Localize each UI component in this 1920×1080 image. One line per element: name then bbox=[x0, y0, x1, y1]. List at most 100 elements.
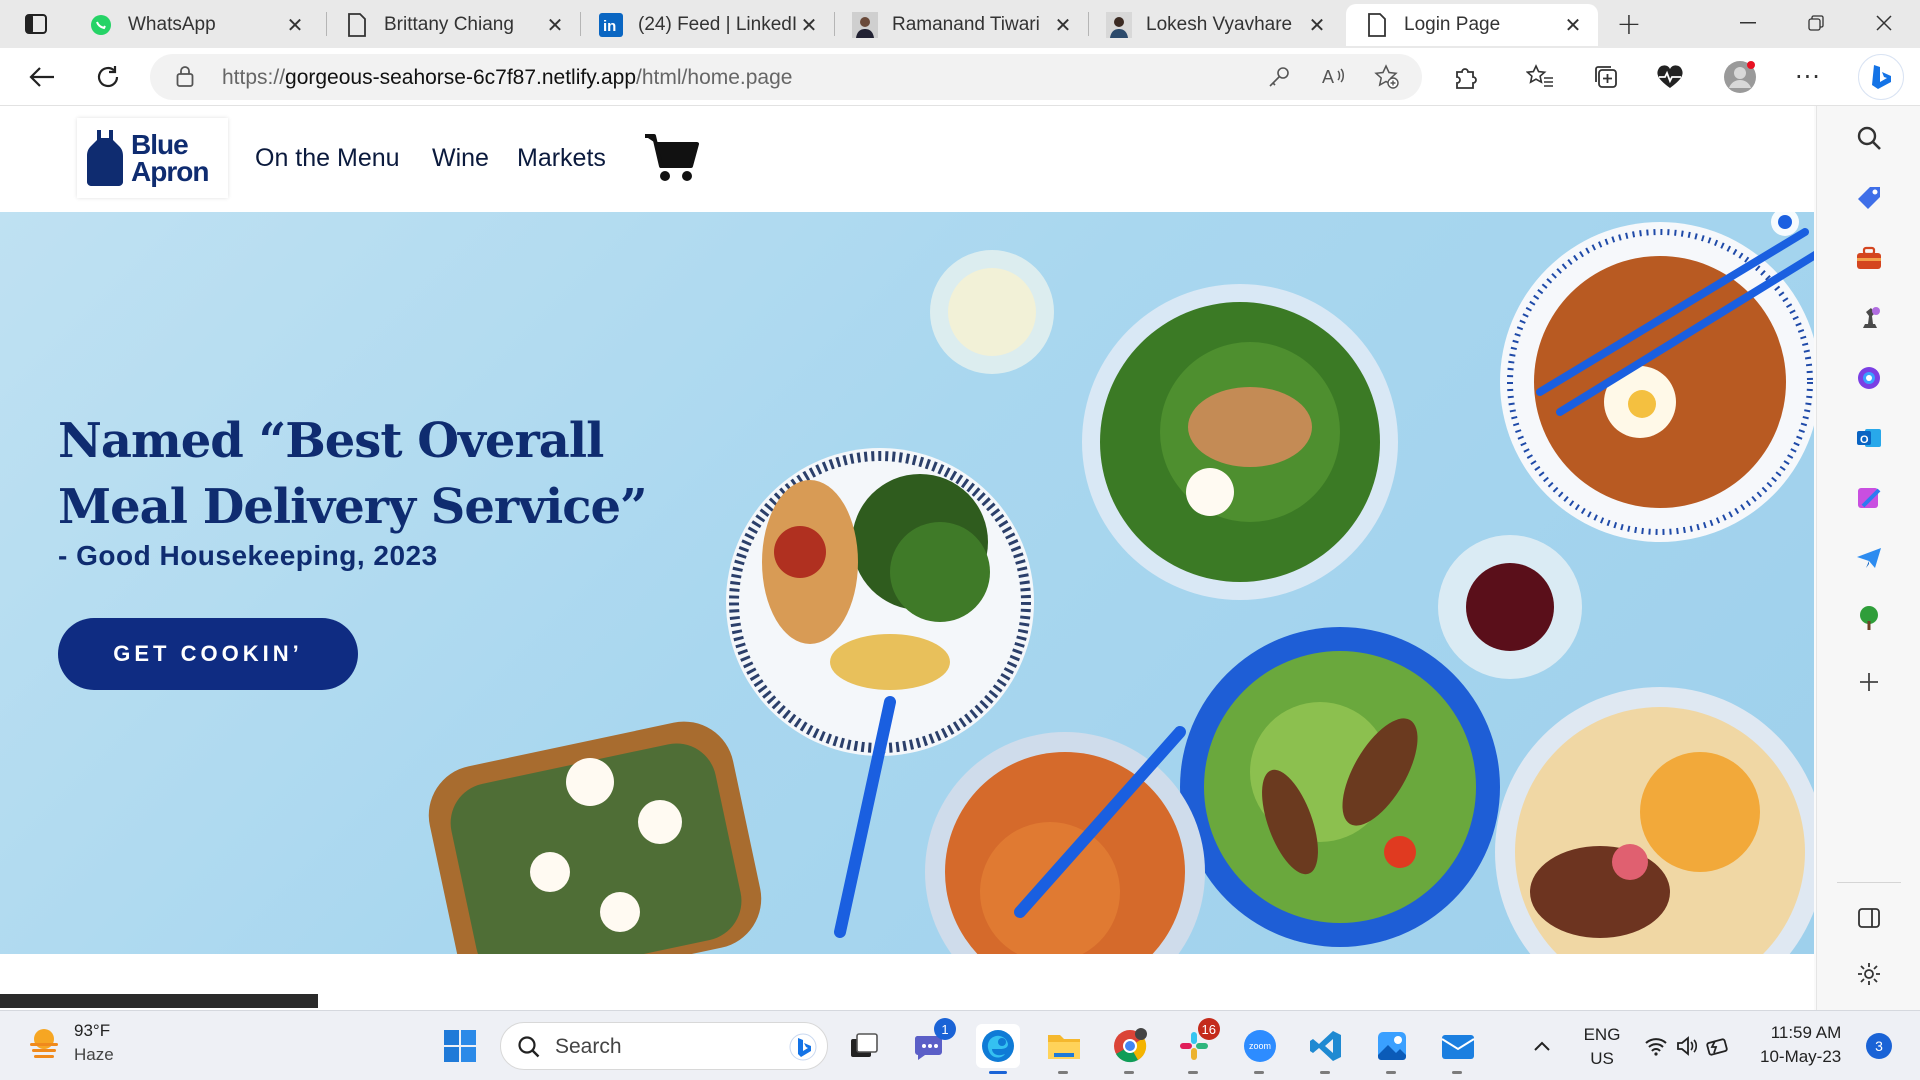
mail-icon bbox=[1441, 1035, 1475, 1059]
avatar-icon bbox=[852, 12, 878, 38]
edge-icon bbox=[982, 1030, 1014, 1062]
task-view-button[interactable] bbox=[842, 1024, 886, 1068]
bing-chat-button[interactable] bbox=[1858, 54, 1904, 100]
clock-date: 10-May-23 bbox=[1760, 1047, 1842, 1066]
new-tab-button[interactable]: + bbox=[1608, 6, 1650, 42]
nav-wine[interactable]: Wine bbox=[432, 144, 489, 173]
close-tab-icon[interactable]: ✕ bbox=[1052, 13, 1074, 37]
sidebar-toggle-button[interactable] bbox=[1853, 902, 1885, 934]
sidebar-panel-icon bbox=[1858, 908, 1880, 928]
food-spread-image bbox=[428, 212, 1816, 954]
nav-on-the-menu[interactable]: On the Menu bbox=[255, 144, 400, 173]
file-explorer-button[interactable] bbox=[1042, 1024, 1086, 1074]
taskbar-search[interactable]: Search bbox=[500, 1022, 828, 1070]
tab-title: Brittany Chiang bbox=[384, 14, 514, 35]
sidebar-games-button[interactable] bbox=[1853, 302, 1885, 334]
nav-markets[interactable]: Markets bbox=[517, 144, 606, 173]
url-host: gorgeous-seahorse-6c7f87.netlify.app bbox=[285, 66, 637, 89]
blue-apron-logo[interactable]: Blue Apron bbox=[77, 118, 228, 198]
edge-taskbar-button[interactable] bbox=[976, 1024, 1020, 1074]
sidebar-send-button[interactable] bbox=[1853, 542, 1885, 574]
teams-chat-button[interactable]: 1 bbox=[908, 1018, 956, 1068]
chrome-button[interactable] bbox=[1108, 1024, 1152, 1074]
mail-button[interactable] bbox=[1436, 1024, 1480, 1074]
sidebar-office-button[interactable] bbox=[1853, 362, 1885, 394]
close-tab-icon[interactable]: ✕ bbox=[798, 13, 820, 37]
address-bar[interactable]: https://gorgeous-seahorse-6c7f87.netlify… bbox=[150, 54, 1422, 100]
close-tab-icon[interactable]: ✕ bbox=[1306, 13, 1328, 37]
hero-subtitle: - Good Housekeeping, 2023 bbox=[58, 540, 438, 571]
profile-button[interactable] bbox=[1720, 57, 1760, 97]
collections-button[interactable] bbox=[1586, 57, 1626, 97]
start-button[interactable] bbox=[438, 1024, 482, 1068]
add-favorite-icon[interactable] bbox=[1372, 63, 1402, 91]
running-indicator bbox=[1188, 1071, 1198, 1074]
clock-time: 11:59 AM bbox=[1770, 1023, 1842, 1042]
favorites-button[interactable] bbox=[1520, 57, 1560, 97]
key-icon[interactable] bbox=[1264, 63, 1294, 91]
sidebar-divider bbox=[1837, 882, 1901, 883]
tab-linkedin[interactable]: in (24) Feed | LinkedIn ✕ bbox=[580, 4, 834, 46]
sidebar-add-button[interactable] bbox=[1853, 666, 1885, 698]
vscode-button[interactable] bbox=[1304, 1024, 1348, 1074]
browser-essentials-button[interactable] bbox=[1650, 57, 1690, 97]
sidebar-outlook-button[interactable]: O bbox=[1853, 422, 1885, 454]
sidebar-shopping-button[interactable] bbox=[1853, 182, 1885, 214]
minimize-button[interactable] bbox=[1714, 0, 1782, 46]
office-icon bbox=[1858, 367, 1880, 389]
show-hidden-icons-button[interactable] bbox=[1520, 1024, 1564, 1068]
tab-ramanand-tiwari[interactable]: Ramanand Tiwari ✕ bbox=[834, 4, 1088, 46]
back-button[interactable] bbox=[22, 57, 62, 97]
lock-icon[interactable] bbox=[176, 65, 194, 91]
sidebar-search-button[interactable] bbox=[1853, 122, 1885, 154]
whatsapp-icon bbox=[88, 12, 114, 38]
photos-icon bbox=[1378, 1032, 1406, 1060]
hero-banner: Named “Best Overall Meal Delivery Servic… bbox=[0, 212, 1816, 954]
tab-actions-button[interactable] bbox=[16, 10, 56, 38]
system-clock[interactable]: 11:59 AM 10-May-23 bbox=[1760, 1021, 1841, 1069]
restore-button[interactable] bbox=[1782, 0, 1850, 46]
zoom-icon: zoom bbox=[1244, 1030, 1276, 1062]
tab-strip: WhatsApp ✕ Brittany Chiang ✕ in (24) Fee… bbox=[0, 0, 1920, 48]
sidebar-settings-button[interactable] bbox=[1853, 958, 1885, 990]
svg-text:O: O bbox=[1860, 434, 1869, 446]
reload-button[interactable] bbox=[88, 57, 128, 97]
quick-settings-button[interactable] bbox=[1642, 1024, 1732, 1068]
weather-widget[interactable]: 93°F Haze bbox=[26, 1021, 114, 1065]
apron-icon bbox=[87, 130, 123, 186]
sidebar-tools-button[interactable] bbox=[1853, 242, 1885, 274]
sidebar-designer-button[interactable] bbox=[1853, 482, 1885, 514]
designer-icon bbox=[1858, 488, 1881, 508]
windows-taskbar: 93°F Haze Search 1 16 zoom ENG US 11:59 … bbox=[0, 1010, 1920, 1080]
haze-sun-icon bbox=[30, 1029, 58, 1058]
settings-menu-button[interactable]: ··· bbox=[1788, 57, 1828, 97]
search-icon bbox=[1857, 126, 1881, 150]
close-tab-icon[interactable]: ✕ bbox=[284, 13, 306, 37]
tab-whatsapp[interactable]: WhatsApp ✕ bbox=[70, 4, 320, 46]
zoom-button[interactable]: zoom bbox=[1238, 1024, 1282, 1074]
avatar-icon bbox=[1106, 12, 1132, 38]
sidebar-tree-button[interactable] bbox=[1853, 602, 1885, 634]
close-tab-icon[interactable]: ✕ bbox=[544, 13, 566, 37]
photos-button[interactable] bbox=[1370, 1024, 1414, 1074]
language-indicator[interactable]: ENG US bbox=[1576, 1023, 1628, 1071]
tab-lokesh-vyavhare[interactable]: Lokesh Vyavhare ✕ bbox=[1088, 4, 1342, 46]
read-aloud-icon[interactable]: A bbox=[1320, 63, 1350, 91]
extensions-button[interactable] bbox=[1446, 57, 1486, 97]
running-indicator bbox=[1386, 1071, 1396, 1074]
svg-text:zoom: zoom bbox=[1249, 1041, 1271, 1051]
get-cookin-button[interactable]: GET COOKIN’ bbox=[58, 618, 358, 690]
hero-title-line2: Meal Delivery Service” bbox=[58, 479, 648, 535]
hero-title: Named “Best Overall Meal Delivery Servic… bbox=[58, 408, 648, 540]
tab-login-page[interactable]: Login Page ✕ bbox=[1346, 4, 1598, 46]
notification-count-badge[interactable]: 3 bbox=[1866, 1033, 1892, 1059]
close-window-button[interactable] bbox=[1850, 0, 1918, 46]
page-icon bbox=[344, 12, 370, 38]
slack-button[interactable]: 16 bbox=[1172, 1018, 1220, 1074]
page-icon bbox=[1364, 12, 1390, 38]
outlook-icon: O bbox=[1857, 429, 1881, 447]
tab-title: Ramanand Tiwari bbox=[892, 14, 1040, 35]
tab-brittany-chiang[interactable]: Brittany Chiang ✕ bbox=[326, 4, 580, 46]
close-tab-icon[interactable]: ✕ bbox=[1562, 13, 1584, 37]
cart-button[interactable] bbox=[643, 132, 699, 186]
